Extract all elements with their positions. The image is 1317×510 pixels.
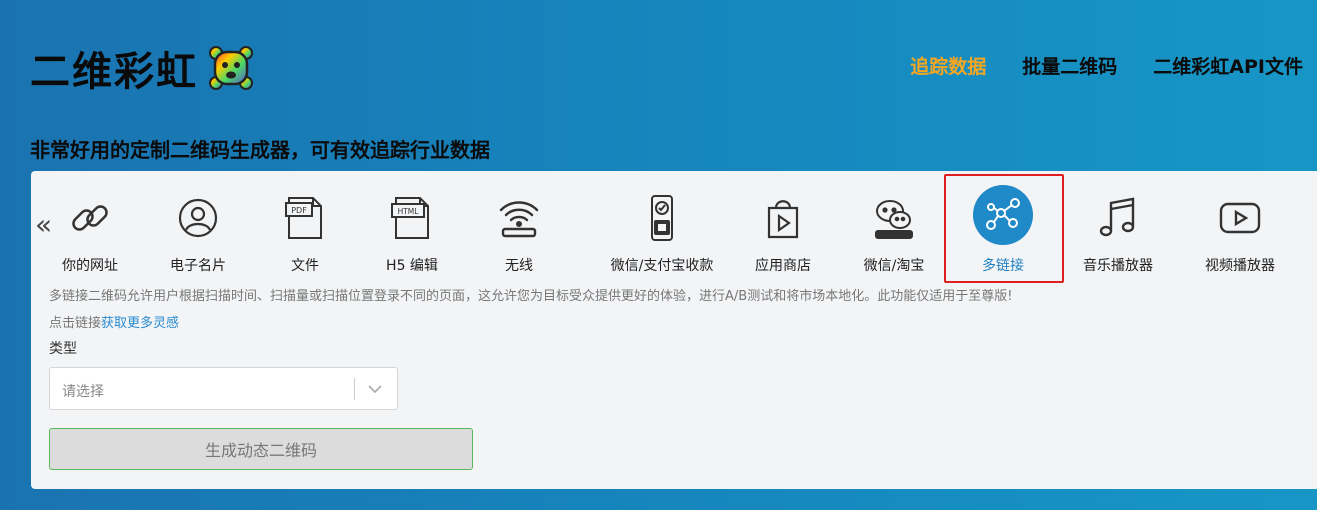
tab-file[interactable]: PDF 文件 <box>250 193 360 275</box>
inspiration-link[interactable]: 获取更多灵感 <box>101 316 179 331</box>
pdf-file-icon: PDF <box>285 197 322 239</box>
wifi-icon <box>499 201 539 238</box>
user-icon <box>178 198 218 238</box>
nav-tracking-data[interactable]: 追踪数据 <box>910 52 986 79</box>
wechat-icon <box>875 200 913 239</box>
multi-link-icon-bg <box>973 185 1033 245</box>
multi-link-icon <box>986 198 1020 230</box>
html-file-icon: HTML <box>391 197 429 239</box>
svg-text:HTML: HTML <box>398 207 420 216</box>
link-icon <box>72 205 108 231</box>
tab-url[interactable]: 你的网址 <box>35 193 145 275</box>
tab-wechat-taobao[interactable]: 微信/淘宝 <box>839 193 949 275</box>
tab-video-player[interactable]: 视频播放器 <box>1185 193 1295 275</box>
select-divider <box>354 378 355 400</box>
chevron-down-icon <box>368 385 382 394</box>
type-select[interactable]: 请选择 <box>49 367 398 410</box>
type-label: 类型 <box>49 341 77 357</box>
svg-text:PDF: PDF <box>291 206 307 215</box>
tab-payment[interactable]: 微信/支付宝收款 <box>597 193 727 275</box>
payment-icon <box>651 195 673 241</box>
tool-tabs: 你的网址 电子名片 PDF 文件 HTML H5 编辑 无线 微信/支付宝收款 … <box>31 171 1317 281</box>
feature-description: 多链接二维码允许用户根据扫描时间、扫描量或扫描位置登录不同的页面，这允许您为目标… <box>49 289 1013 304</box>
rainbow-bear-logo-icon <box>209 46 253 90</box>
tab-vcard[interactable]: 电子名片 <box>143 193 253 275</box>
brand: 二维彩虹 <box>30 40 254 96</box>
tab-app-store[interactable]: 应用商店 <box>728 193 838 275</box>
brand-title: 二维彩虹 <box>30 49 198 95</box>
video-icon <box>1219 202 1261 234</box>
tab-wifi[interactable]: 无线 <box>464 193 574 275</box>
tab-h5-editor[interactable]: HTML H5 编辑 <box>357 193 467 275</box>
tab-multi-link[interactable]: 多链接 <box>948 185 1058 275</box>
type-select-placeholder: 请选择 <box>62 384 104 400</box>
generator-card: « 你的网址 电子名片 PDF 文件 HTML H5 编辑 无线 微信/支付宝收… <box>31 171 1317 489</box>
app-store-icon <box>767 200 799 239</box>
nav-api-docs[interactable]: 二维彩虹API文件 <box>1153 52 1303 79</box>
music-icon <box>1099 197 1135 237</box>
inspiration-tip: 点击链接获取更多灵感 <box>49 316 180 331</box>
tab-music-player[interactable]: 音乐播放器 <box>1063 193 1173 275</box>
top-nav: 追踪数据 批量二维码 二维彩虹API文件 <box>910 52 1303 79</box>
nav-batch-qrcode[interactable]: 批量二维码 <box>1022 52 1117 79</box>
generate-dynamic-qrcode-button[interactable]: 生成动态二维码 <box>49 428 473 470</box>
tagline: 非常好用的定制二维码生成器，可有效追踪行业数据 <box>30 138 490 162</box>
